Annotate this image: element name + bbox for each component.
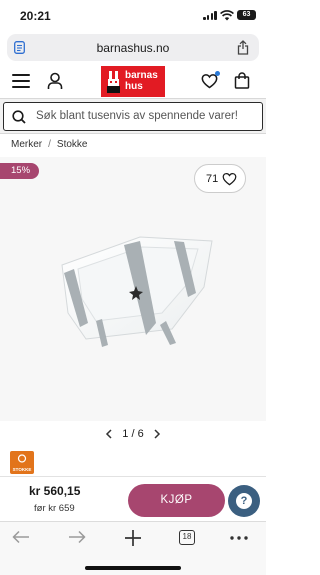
wishlist-icon[interactable] bbox=[201, 71, 220, 89]
user-icon[interactable] bbox=[47, 72, 63, 90]
breadcrumb-item-stokke[interactable]: Stokke bbox=[57, 139, 88, 150]
brand-logo-label: STOKKE bbox=[12, 467, 32, 472]
breadcrumb-separator: / bbox=[48, 139, 51, 150]
site-logo[interactable]: barnas hus bbox=[101, 66, 165, 97]
breadcrumb: Merker / Stokke bbox=[11, 139, 87, 150]
help-button[interactable]: ? bbox=[228, 485, 260, 517]
search-icon bbox=[12, 110, 26, 124]
previous-image-icon[interactable] bbox=[105, 429, 113, 439]
forward-icon[interactable] bbox=[68, 530, 86, 544]
new-tab-icon[interactable] bbox=[123, 528, 143, 548]
product-price: kr 560,15 bbox=[29, 484, 81, 498]
wishlist-count: 71 bbox=[206, 173, 219, 185]
rabbit-logo-icon bbox=[107, 71, 120, 93]
help-icon: ? bbox=[236, 493, 252, 509]
status-bar: 20:21 63 bbox=[0, 0, 266, 32]
logo-text-line2: hus bbox=[125, 81, 143, 92]
more-icon[interactable] bbox=[230, 536, 248, 540]
site-header: barnas hus bbox=[0, 64, 266, 98]
menu-icon[interactable] bbox=[12, 74, 30, 88]
cellular-signal-icon bbox=[203, 11, 217, 20]
wifi-icon bbox=[220, 10, 234, 21]
address-bar[interactable]: barnashus.no bbox=[7, 34, 259, 61]
home-indicator bbox=[0, 566, 266, 570]
battery-icon: 63 bbox=[237, 10, 256, 20]
search-bar: Søk blant tusenvis av spennende varer! bbox=[0, 98, 266, 134]
stokke-logo-icon bbox=[17, 454, 27, 463]
next-image-icon[interactable] bbox=[153, 429, 161, 439]
image-counter: 1 / 6 bbox=[122, 428, 144, 441]
purchase-bar: kr 560,15 før kr 659 KJØP ? bbox=[0, 476, 266, 520]
brand-logo[interactable]: STOKKE bbox=[10, 451, 34, 474]
product-image bbox=[61, 236, 213, 347]
url-text[interactable]: barnashus.no bbox=[7, 41, 259, 55]
back-icon[interactable] bbox=[12, 530, 30, 544]
product-gallery[interactable]: 15% 71 bbox=[0, 157, 266, 421]
wishlist-button[interactable]: 71 bbox=[194, 164, 246, 193]
search-placeholder: Søk blant tusenvis av spennende varer! bbox=[36, 110, 239, 122]
buy-button[interactable]: KJØP bbox=[128, 484, 225, 517]
share-icon[interactable] bbox=[237, 40, 249, 55]
notification-dot bbox=[215, 71, 220, 76]
heart-icon bbox=[222, 173, 237, 186]
before-price: før kr 659 bbox=[34, 503, 75, 514]
image-pager: 1 / 6 bbox=[0, 428, 266, 444]
tabs-button[interactable]: 18 bbox=[179, 530, 195, 545]
browser-toolbar: 18 bbox=[0, 521, 266, 575]
logo-text-line1: barnas bbox=[125, 70, 158, 81]
status-time: 20:21 bbox=[20, 9, 51, 23]
search-input[interactable]: Søk blant tusenvis av spennende varer! bbox=[3, 102, 263, 131]
breadcrumb-item-merker[interactable]: Merker bbox=[11, 139, 42, 150]
discount-badge: 15% bbox=[0, 163, 39, 179]
cart-icon[interactable] bbox=[234, 72, 250, 89]
